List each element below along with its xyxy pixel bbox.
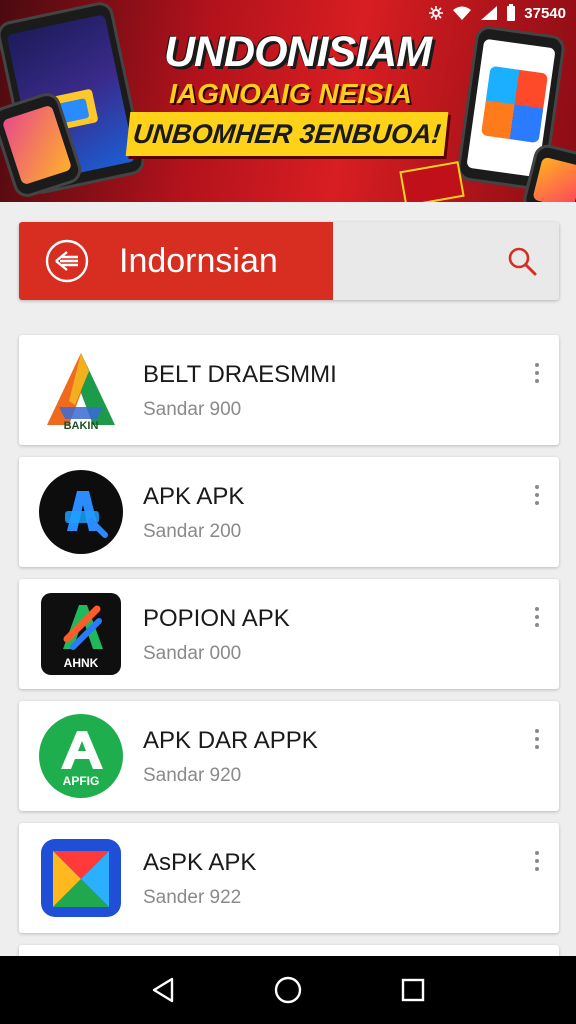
status-bar: 37540 xyxy=(428,2,566,24)
app-name: AsPK APK xyxy=(143,849,257,876)
banner-subtitle: IAGNOAIG NEISIA xyxy=(169,78,412,109)
more-options-icon[interactable] xyxy=(531,727,543,751)
recents-icon[interactable] xyxy=(393,970,433,1010)
search-label: Indornsian xyxy=(119,241,278,280)
app-meta: Sandar 900 xyxy=(143,399,242,420)
list-item[interactable]: BAKIN BELT DRAESMMI Sandar 900 xyxy=(19,335,559,445)
tricolor-a-icon: BAKIN xyxy=(39,347,123,433)
svg-text:AHNK: AHNK xyxy=(64,656,99,670)
battery-icon xyxy=(507,4,516,21)
app-name: APK DAR APPK xyxy=(143,727,318,754)
settings-status-icon xyxy=(429,6,444,20)
svg-text:BAKIN: BAKIN xyxy=(64,420,99,432)
more-options-icon[interactable] xyxy=(531,361,543,385)
banner-cta[interactable]: UNBOMHER 3ENBUOA! xyxy=(125,112,449,156)
more-options-icon[interactable] xyxy=(531,483,543,507)
app-name: POPION APK xyxy=(143,605,290,632)
list-item[interactable]: AsPK APK Sander 922 xyxy=(19,823,559,933)
more-options-icon[interactable] xyxy=(531,849,543,873)
banner-title: UNDONISIAM xyxy=(163,28,432,76)
app-name: APK APK xyxy=(143,483,245,510)
status-time: 37540 xyxy=(524,4,566,22)
more-options-icon[interactable] xyxy=(531,605,543,629)
list-item[interactable]: AHNK POPION APK Sandar 000 xyxy=(19,579,559,689)
list-item[interactable]: APK APK Sandar 200 xyxy=(19,457,559,567)
promo-banner[interactable]: 37540 UNDONISIAM IAGNOAIG NEISIA UNBOMHE… xyxy=(0,0,576,202)
app-name: BELT DRAESMMI xyxy=(143,361,337,388)
list-item[interactable]: APFIG APK DAR APPK Sandar 920 xyxy=(19,701,559,811)
green-a-icon: APFIG xyxy=(39,713,123,799)
home-icon[interactable] xyxy=(268,970,308,1010)
kite-icon xyxy=(39,835,123,921)
search-header: Indornsian xyxy=(19,222,333,300)
back-icon[interactable] xyxy=(143,970,183,1010)
app-meta: Sandar 920 xyxy=(143,765,242,786)
wifi-icon xyxy=(453,6,472,20)
svg-text:APFIG: APFIG xyxy=(63,774,100,788)
dark-a-icon: AHNK xyxy=(39,591,123,677)
app-meta: Sander 922 xyxy=(143,887,242,908)
navigation-bar xyxy=(0,956,576,1024)
search-icon[interactable] xyxy=(505,244,539,278)
signal-icon xyxy=(481,6,498,20)
app-meta: Sandar 000 xyxy=(143,643,242,664)
search-bar[interactable]: Indornsian xyxy=(19,222,559,300)
gift-decoration xyxy=(399,161,465,202)
blue-a-icon xyxy=(39,469,123,555)
app-meta: Sandar 200 xyxy=(143,521,242,542)
menu-icon[interactable] xyxy=(39,233,95,289)
